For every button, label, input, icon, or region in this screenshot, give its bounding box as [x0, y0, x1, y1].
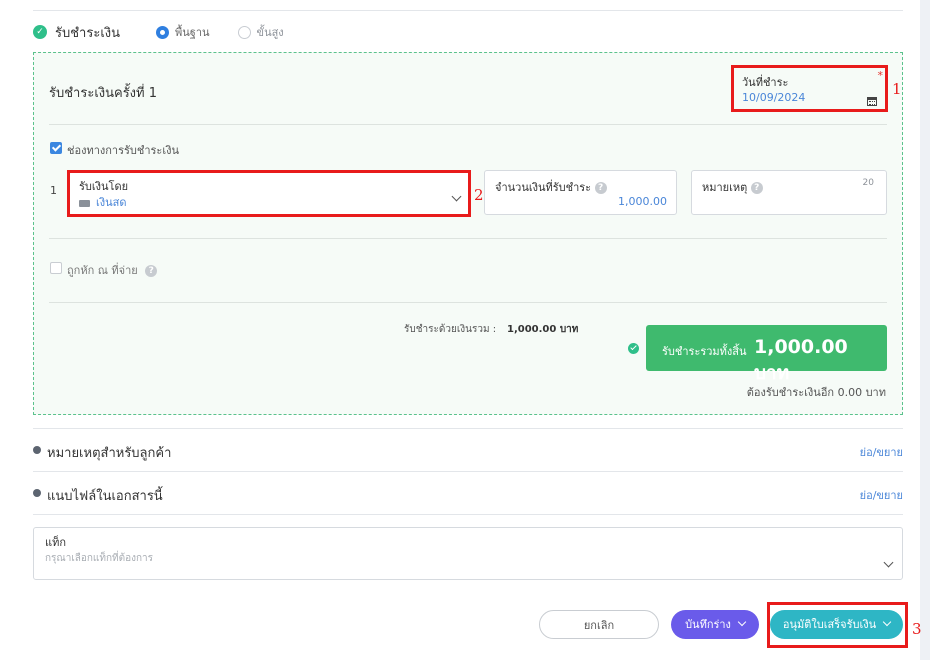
approve-receipt-button[interactable]: อนุมัติใบเสร็จรับเงิน [770, 610, 903, 639]
save-draft-label: บันทึกร่าง [685, 618, 731, 631]
divider [49, 302, 887, 303]
cancel-button[interactable]: ยกเลิก [539, 610, 659, 639]
cash-total-label: รับชำระด้วยเงินรวม : [404, 324, 497, 335]
payment-amount-label: จำนวนเงินที่รับชำระ [495, 181, 592, 194]
attachments-title: แนบไฟล์ในเอกสารนี้ [47, 489, 163, 504]
help-icon[interactable]: ? [594, 182, 607, 194]
grand-total-label: รับชำระรวมทั้งสิ้น [662, 345, 747, 358]
payment-channel-checkbox[interactable] [50, 142, 62, 154]
calendar-icon[interactable] [867, 97, 877, 106]
payment-section-title: รับชำระเงิน [55, 25, 120, 41]
divider [33, 428, 903, 429]
attachments-section: แนบไฟล์ในเอกสารนี้ ย่อ/ขยาย [33, 484, 903, 504]
help-icon[interactable]: ? [750, 182, 763, 194]
payment-note-label: หมายเหตุ [702, 181, 748, 194]
radio-advanced-label[interactable]: ขั้นสูง [257, 23, 284, 41]
tag-placeholder[interactable]: กรุณาเลือกแท็กที่ต้องการ [45, 551, 153, 566]
chevron-down-icon [737, 617, 747, 627]
grand-total-badge: รับชำระรวมทั้งสิ้น 1,000.00 บาท [646, 325, 887, 384]
cash-total-value: 1,000.00 บาท [507, 324, 579, 335]
bullet-icon [33, 446, 41, 454]
customer-note-section: หมายเหตุสำหรับลูกค้า ย่อ/ขยาย [33, 441, 903, 461]
top-divider [33, 10, 903, 11]
withholding-tax-label: ถูกหัก ณ ที่จ่าย [67, 264, 138, 277]
chevron-down-icon [882, 617, 892, 627]
radio-advanced[interactable] [237, 25, 251, 39]
radio-basic-label[interactable]: พื้นฐาน [175, 23, 210, 41]
payment-date-field[interactable]: วันที่ชำระ * 10/09/2024 [734, 67, 887, 110]
payment-amount-label-wrap: จำนวนเงินที่รับชำระ ? [495, 178, 607, 196]
payment-header: ✓ รับชำระเงิน พื้นฐาน ขั้นสูง [33, 23, 284, 41]
withholding-tax-checkbox[interactable] [50, 262, 62, 274]
note-char-counter: 20 [862, 178, 874, 188]
withholding-tax-label-wrap: ถูกหัก ณ ที่จ่าย ? [67, 261, 158, 279]
payment-note-label-wrap: หมายเหตุ ? [702, 178, 763, 196]
radio-basic[interactable] [156, 25, 169, 39]
check-circle-icon [628, 343, 639, 354]
customer-note-toggle[interactable]: ย่อ/ขยาย [860, 443, 903, 461]
help-icon[interactable]: ? [145, 265, 158, 277]
divider [49, 238, 887, 239]
cash-icon [79, 199, 90, 207]
payment-note-field[interactable]: หมายเหตุ ? 20 [691, 170, 887, 215]
payment-method-value-wrap: เงินสด [79, 193, 127, 211]
payment-method-select[interactable]: รับเงินโดย เงินสด [70, 172, 470, 215]
chevron-down-icon[interactable] [451, 191, 462, 202]
chevron-down-icon[interactable] [883, 557, 894, 568]
divider [33, 471, 903, 472]
required-mark: * [877, 69, 884, 82]
save-draft-button[interactable]: บันทึกร่าง [671, 610, 759, 639]
grand-total-value: 1,000.00 บาท [754, 336, 848, 384]
customer-note-title: หมายเหตุสำหรับลูกค้า [47, 446, 172, 461]
payment-method-value: เงินสด [96, 196, 127, 209]
attachments-toggle[interactable]: ย่อ/ขยาย [860, 486, 903, 504]
divider [33, 514, 903, 515]
payment-amount-value[interactable]: 1,000.00 [618, 195, 667, 208]
payment-date-label: วันที่ชำระ [742, 76, 789, 89]
row-index: 1 [50, 184, 57, 197]
tag-select[interactable]: แท็ก กรุณาเลือกแท็กที่ต้องการ [33, 527, 903, 580]
payment-channel-label: ช่องทางการรับชำระเงิน [67, 144, 179, 157]
annotation-1: 1 [892, 80, 902, 98]
annotation-2: 2 [474, 186, 484, 204]
payment-amount-field[interactable]: จำนวนเงินที่รับชำระ ? 1,000.00 [484, 170, 677, 215]
payment-panel: รับชำระเงินครั้งที่ 1 วันที่ชำระ * 10/09… [33, 52, 903, 415]
divider [49, 124, 887, 125]
bullet-icon [33, 489, 41, 497]
scrollbar-track[interactable] [920, 0, 930, 660]
remaining-amount-text: ต้องรับชำระเงินอีก 0.00 บาท [746, 386, 886, 399]
approve-receipt-label: อนุมัติใบเสร็จรับเงิน [782, 618, 877, 631]
tag-label: แท็ก [45, 536, 67, 549]
annotation-3: 3 [912, 620, 922, 638]
check-circle-icon: ✓ [33, 25, 47, 39]
payment-round-title: รับชำระเงินครั้งที่ 1 [49, 86, 157, 101]
payment-date-value[interactable]: 10/09/2024 [742, 91, 805, 104]
